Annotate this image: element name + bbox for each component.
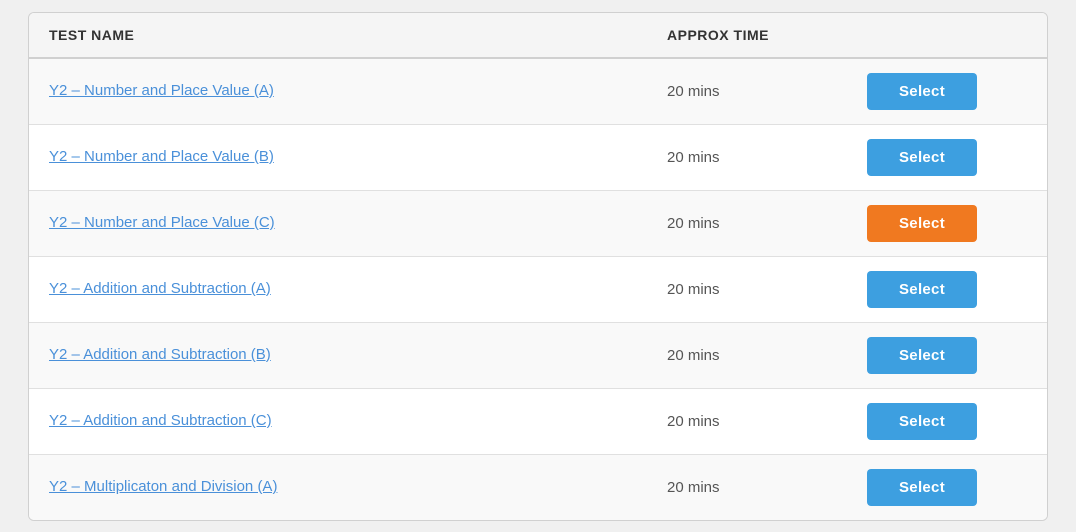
test-name-link[interactable]: Y2 – Number and Place Value (C) bbox=[49, 214, 275, 231]
action-cell: Select bbox=[867, 73, 1027, 110]
header-action bbox=[867, 27, 1027, 43]
test-name-cell: Y2 – Addition and Subtraction (A) bbox=[49, 280, 667, 298]
action-cell: Select bbox=[867, 271, 1027, 308]
select-button-6[interactable]: Select bbox=[867, 403, 977, 440]
select-button-5[interactable]: Select bbox=[867, 337, 977, 374]
header-test-name: TEST NAME bbox=[49, 27, 667, 43]
select-button-7[interactable]: Select bbox=[867, 469, 977, 506]
test-name-cell: Y2 – Addition and Subtraction (B) bbox=[49, 346, 667, 364]
table-row: Y2 – Number and Place Value (C) 20 minsSe… bbox=[29, 191, 1047, 257]
test-name-cell: Y2 – Number and Place Value (A) bbox=[49, 82, 667, 100]
test-name-link[interactable]: Y2 – Addition and Subtraction (C) bbox=[49, 412, 272, 429]
table-row: Y2 – Multiplicaton and Division (A) 20 mi… bbox=[29, 455, 1047, 520]
approx-time-cell: 20 mins bbox=[667, 479, 867, 496]
test-name-link[interactable]: Y2 – Number and Place Value (B) bbox=[49, 148, 274, 165]
test-name-link[interactable]: Y2 – Number and Place Value (A) bbox=[49, 82, 274, 99]
approx-time-cell: 20 mins bbox=[667, 347, 867, 364]
action-cell: Select bbox=[867, 403, 1027, 440]
table-header: TEST NAME APPROX TIME bbox=[29, 13, 1047, 59]
table-row: Y2 – Number and Place Value (A) 20 minsSe… bbox=[29, 59, 1047, 125]
header-approx-time: APPROX TIME bbox=[667, 27, 867, 43]
test-name-link[interactable]: Y2 – Multiplicaton and Division (A) bbox=[49, 478, 277, 495]
test-name-cell: Y2 – Number and Place Value (C) bbox=[49, 214, 667, 232]
approx-time-cell: 20 mins bbox=[667, 215, 867, 232]
approx-time-cell: 20 mins bbox=[667, 149, 867, 166]
approx-time-cell: 20 mins bbox=[667, 83, 867, 100]
action-cell: Select bbox=[867, 469, 1027, 506]
approx-time-cell: 20 mins bbox=[667, 413, 867, 430]
table-row: Y2 – Addition and Subtraction (B) 20 mins… bbox=[29, 323, 1047, 389]
action-cell: Select bbox=[867, 139, 1027, 176]
tests-table: TEST NAME APPROX TIME Y2 – Number and Pl… bbox=[28, 12, 1048, 521]
table-body: Y2 – Number and Place Value (A)20 minsSe… bbox=[29, 59, 1047, 520]
test-name-link[interactable]: Y2 – Addition and Subtraction (B) bbox=[49, 346, 271, 363]
action-cell: Select bbox=[867, 337, 1027, 374]
select-button-4[interactable]: Select bbox=[867, 271, 977, 308]
test-name-link[interactable]: Y2 – Addition and Subtraction (A) bbox=[49, 280, 271, 297]
table-row: Y2 – Addition and Subtraction (A) 20 mins… bbox=[29, 257, 1047, 323]
select-button-3[interactable]: Select bbox=[867, 205, 977, 242]
test-name-cell: Y2 – Number and Place Value (B) bbox=[49, 148, 667, 166]
table-row: Y2 – Number and Place Value (B) 20 minsSe… bbox=[29, 125, 1047, 191]
approx-time-cell: 20 mins bbox=[667, 281, 867, 298]
table-row: Y2 – Addition and Subtraction (C) 20 mins… bbox=[29, 389, 1047, 455]
select-button-1[interactable]: Select bbox=[867, 73, 977, 110]
select-button-2[interactable]: Select bbox=[867, 139, 977, 176]
test-name-cell: Y2 – Multiplicaton and Division (A) bbox=[49, 478, 667, 496]
action-cell: Select bbox=[867, 205, 1027, 242]
test-name-cell: Y2 – Addition and Subtraction (C) bbox=[49, 412, 667, 430]
